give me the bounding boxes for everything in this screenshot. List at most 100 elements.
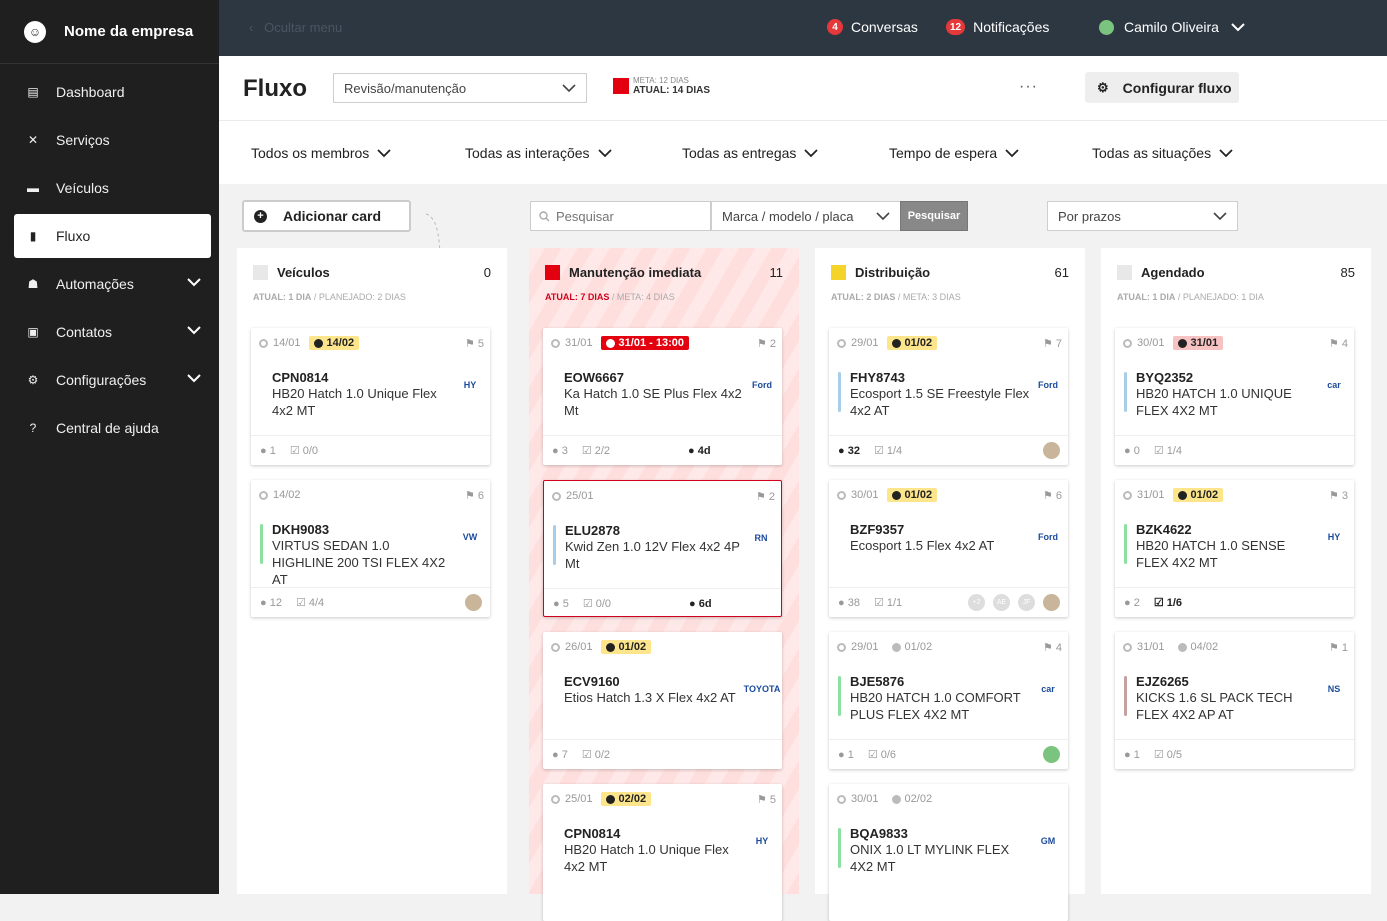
task-count: ☑ 0/0 bbox=[582, 598, 612, 610]
add-card-button[interactable]: + Adicionar card bbox=[242, 200, 411, 232]
member-avatar[interactable] bbox=[465, 594, 482, 611]
card-dates: 14/02 ⚑ 6 bbox=[259, 487, 484, 503]
user-menu[interactable]: Camilo Oliveira bbox=[1099, 19, 1245, 35]
search-icon bbox=[539, 210, 550, 221]
vehicle-card[interactable]: 31/01 04/02 ⚑ 1 EJZ6265 KICKS 1.6 SL PACK TE… bbox=[1115, 632, 1354, 769]
brand-logo-icon: Ford bbox=[1038, 532, 1058, 542]
due-date-badge: 14/02 bbox=[308, 336, 360, 350]
vehicle-card[interactable]: 30/01 02/02 BQA9833 ONIX 1.0 LT MYLINK FLEX… bbox=[829, 784, 1068, 921]
company-brand[interactable]: ☺ Nome da empresa bbox=[0, 0, 219, 64]
vehicle-card[interactable]: 25/01 ⚑ 2 ELU2878 Kwid Zen 1.0 12V Flex 4x2… bbox=[543, 480, 782, 617]
vehicle-card[interactable]: 29/01 01/02 ⚑ 7 FHY8743 Ecosport 1.5 SE Free… bbox=[829, 328, 1068, 465]
filter-dropdown[interactable]: Todas as entregas bbox=[682, 145, 819, 161]
due-date-badge: 01/02 bbox=[600, 640, 652, 654]
task-count: ☑ 1/4 bbox=[1153, 445, 1183, 457]
comment-count: ● 1 bbox=[260, 444, 276, 457]
clock-icon bbox=[837, 338, 846, 348]
task-count: ☑ 0/5 bbox=[1153, 749, 1183, 761]
member-avatar[interactable]: AE bbox=[993, 594, 1010, 611]
notifications-badge: 12 bbox=[946, 19, 966, 35]
brand-logo-icon: TOYOTA bbox=[743, 684, 781, 694]
vehicle-plate: EOW6667 bbox=[564, 370, 624, 385]
vehicle-card[interactable]: 14/02 ⚑ 6 DKH9083 VIRTUS SEDAN 1.0 HIGHLINE… bbox=[251, 480, 490, 617]
conversations-button[interactable]: 4 Conversas bbox=[827, 19, 918, 35]
filter-dropdown[interactable]: Todos os membros bbox=[251, 145, 391, 161]
comment-count: ● 1 bbox=[838, 748, 854, 761]
vehicle-card[interactable]: 14/01 14/02 ⚑ 5 CPN0814 HB20 Hatch 1.0 Uniqu… bbox=[251, 328, 490, 465]
card-dates: 25/01 02/02 ⚑ 5 bbox=[551, 791, 776, 807]
sidebar-item-fluxo[interactable]: ▮ Fluxo bbox=[14, 214, 211, 258]
card-footer: ● 38 ☑ 1/1 +2 AE JF bbox=[829, 587, 1068, 617]
card-dates: 29/01 01/02 ⚑ 4 bbox=[837, 639, 1062, 655]
search-input[interactable] bbox=[556, 208, 696, 224]
vehicle-model: Etios Hatch 1.3 X Flex 4x2 AT bbox=[564, 690, 736, 705]
chevron-down-icon bbox=[804, 149, 819, 158]
member-avatar[interactable] bbox=[1043, 594, 1060, 611]
stage-indicator: ⚑ 7 bbox=[1042, 337, 1062, 350]
vehicle-card[interactable]: 30/01 31/01 ⚑ 4 BYQ2352 HB20 HATCH 1.0 UNIQU… bbox=[1115, 328, 1354, 465]
vehicle-plate: CPN0814 bbox=[272, 370, 329, 385]
sidebar-item-contatos[interactable]: ▣ Contatos bbox=[14, 310, 211, 354]
vehicle-plate: BZF9357 bbox=[850, 522, 905, 537]
sidebar-item-label: Fluxo bbox=[56, 228, 91, 244]
vehicle-plate: BZK4622 bbox=[1136, 522, 1192, 537]
sidebar-item-dashboard[interactable]: ▤ Dashboard bbox=[14, 70, 211, 114]
vehicle-model: VIRTUS SEDAN 1.0 HIGHLINE 200 TSI FLEX 4… bbox=[272, 538, 446, 587]
vehicle-card[interactable]: 31/01 01/02 ⚑ 3 BZK4622 HB20 HATCH 1.0 SENSE… bbox=[1115, 480, 1354, 617]
car-icon: ▬ bbox=[27, 181, 39, 195]
sidebar-item-automacoes[interactable]: ☗ Automações bbox=[14, 262, 211, 306]
chart-icon: ▤ bbox=[27, 85, 39, 99]
member-avatar[interactable]: JF bbox=[1018, 594, 1035, 611]
more-options-button[interactable]: ··· bbox=[1019, 78, 1038, 96]
column-header: Veículos 0 bbox=[253, 264, 491, 280]
vehicle-plate: FHY8743 bbox=[850, 370, 905, 385]
chevron-down-icon bbox=[187, 326, 201, 335]
kanban-column: Manutenção imediata 11 ATUAL: 7 DIAS / MET… bbox=[529, 248, 799, 921]
status-bar bbox=[838, 828, 841, 868]
due-date-badge: 04/02 bbox=[1173, 640, 1224, 654]
sidebar-item-central-de-ajuda[interactable]: ? Central de ajuda bbox=[14, 406, 211, 450]
chevron-down-icon bbox=[187, 374, 201, 383]
member-avatar[interactable]: +2 bbox=[968, 594, 985, 611]
sidebar-item-veiculos[interactable]: ▬ Veículos bbox=[14, 166, 211, 210]
hide-menu-button[interactable]: ‹ Ocultar menu bbox=[249, 20, 342, 35]
vehicle-card[interactable]: 25/01 02/02 ⚑ 5 CPN0814 HB20 Hatch 1.0 Uniqu… bbox=[543, 784, 782, 921]
vehicle-card[interactable]: 31/01 31/01 - 13:00 ⚑ 2 EOW6667 Ka Hatch 1.0… bbox=[543, 328, 782, 465]
clock-icon bbox=[891, 642, 901, 652]
clock-icon bbox=[552, 491, 561, 501]
vehicle-card[interactable]: 29/01 01/02 ⚑ 4 BJE5876 HB20 HATCH 1.0 COMFO… bbox=[829, 632, 1068, 769]
vehicle-model: HB20 HATCH 1.0 COMFORT PLUS FLEX 4X2 MT bbox=[850, 690, 1021, 722]
brand-logo-icon: HY bbox=[755, 836, 769, 846]
column-count: 11 bbox=[769, 264, 784, 280]
help-icon: ? bbox=[29, 421, 37, 435]
member-avatar[interactable] bbox=[1043, 442, 1060, 459]
stage-indicator: ⚑ 5 bbox=[756, 793, 776, 806]
flow-meta: META: 12 DIAS ATUAL: 14 DIAS bbox=[613, 76, 710, 96]
filter-dropdown[interactable]: Tempo de espera bbox=[889, 145, 1019, 161]
vehicle-card[interactable]: 30/01 01/02 ⚑ 6 BZF9357 Ecosport 1.5 Flex 4x… bbox=[829, 480, 1068, 617]
chevron-down-icon bbox=[597, 149, 612, 158]
page-header: Fluxo Revisão/manutenção META: 12 DIAS A… bbox=[219, 56, 1387, 120]
task-count: ☑ 0/6 bbox=[867, 749, 897, 761]
sidebar-item-servicos[interactable]: ✕ Serviços bbox=[14, 118, 211, 162]
brand-logo-icon: Ford bbox=[752, 380, 772, 390]
status-bar bbox=[838, 676, 841, 716]
search-field-select[interactable]: Marca / modelo / placa bbox=[711, 201, 901, 231]
notifications-button[interactable]: 12 Notificações bbox=[946, 19, 1049, 35]
clock-icon bbox=[891, 338, 901, 348]
sort-select[interactable]: Por prazos bbox=[1047, 201, 1238, 231]
brand-logo-icon: car bbox=[1041, 684, 1055, 694]
member-avatar[interactable] bbox=[1043, 746, 1060, 763]
vehicle-model: ONIX 1.0 LT MYLINK FLEX 4X2 MT bbox=[850, 842, 1010, 874]
plus-icon: + bbox=[254, 209, 267, 223]
filter-dropdown[interactable]: Todas as interações bbox=[465, 145, 612, 161]
column-status: ATUAL: 2 DIAS / META: 3 DIAS bbox=[831, 292, 961, 302]
search-button[interactable]: Pesquisar bbox=[900, 201, 968, 231]
vehicle-card[interactable]: 26/01 01/02 ECV9160 Etios Hatch 1.3 X Flex … bbox=[543, 632, 782, 769]
configure-flow-button[interactable]: ⚙ Configurar fluxo bbox=[1085, 72, 1239, 103]
vehicle-plate: BQA9833 bbox=[850, 826, 908, 841]
stage-indicator: ⚑ 5 bbox=[464, 337, 484, 350]
filter-dropdown[interactable]: Todas as situações bbox=[1092, 145, 1233, 161]
sidebar-item-configuracoes[interactable]: ⚙ Configurações bbox=[14, 358, 211, 402]
flow-select[interactable]: Revisão/manutenção bbox=[333, 73, 587, 103]
